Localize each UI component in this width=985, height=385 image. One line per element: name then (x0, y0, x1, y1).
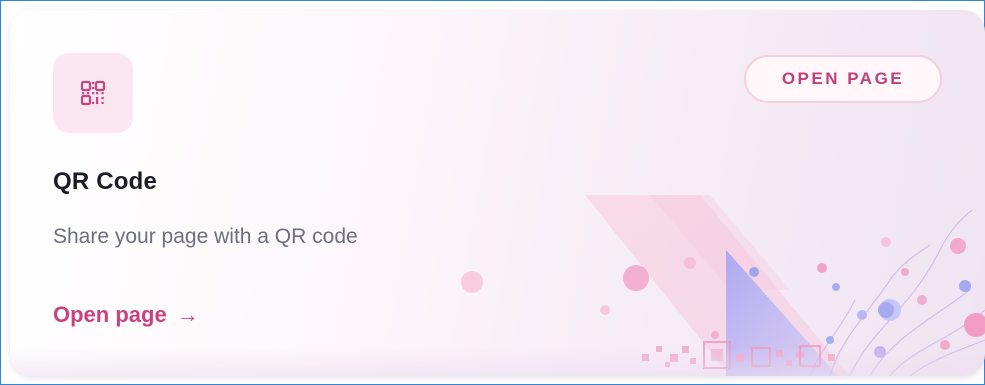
screenshot-frame: OPEN PAGE QR Code Share your page with a… (0, 0, 985, 385)
open-page-link[interactable]: Open page → (53, 302, 199, 328)
open-page-link-label: Open page (53, 302, 167, 327)
card-bottom-shade (10, 348, 985, 376)
qr-icon-container (53, 53, 133, 133)
arrow-right-icon: → (176, 302, 199, 327)
qr-code-icon (80, 80, 106, 106)
card-description: Share your page with a QR code (53, 225, 358, 248)
open-page-pill-button[interactable]: OPEN PAGE (744, 55, 942, 103)
qr-code-card[interactable]: OPEN PAGE QR Code Share your page with a… (10, 10, 985, 376)
card-title: QR Code (53, 168, 158, 195)
